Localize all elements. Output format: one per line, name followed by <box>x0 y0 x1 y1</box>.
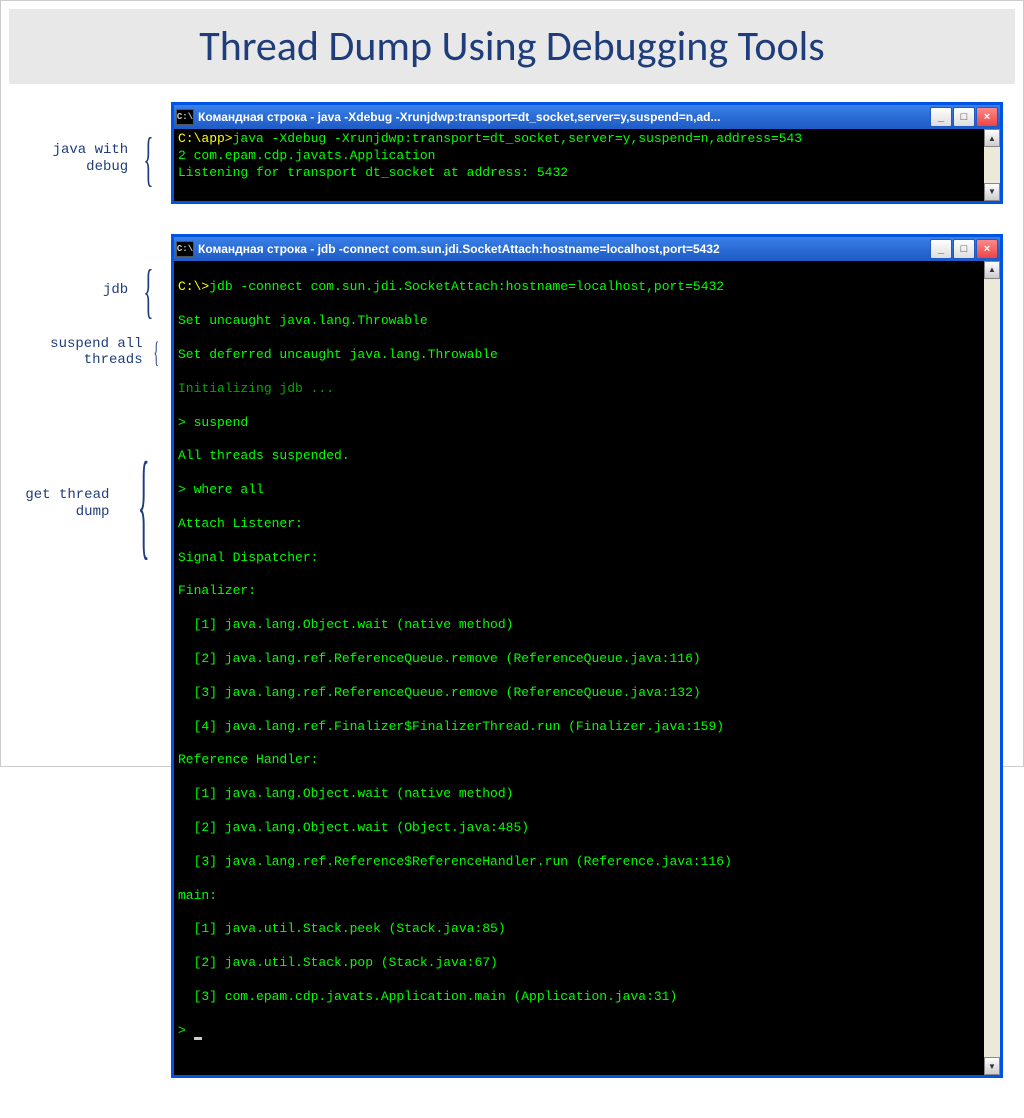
cmd-line: 2 com.epam.cdp.javats.Application <box>178 148 435 163</box>
window-controls: _ □ × <box>930 107 998 127</box>
prompt: C:\> <box>178 279 209 294</box>
cmd-line: [2] java.lang.ref.ReferenceQueue.remove … <box>178 651 980 668</box>
cmd-line: Attach Listener: <box>178 516 980 533</box>
cmd-line: All threads suspended. <box>178 448 980 465</box>
bracket-icon: { <box>144 276 154 306</box>
cmd-line: java -Xdebug -Xrunjdwp:transport=dt_sock… <box>233 131 803 146</box>
label-dump: get thread dump <box>25 487 109 521</box>
cmd-titlebar-1[interactable]: C:\ Командная строка - java -Xdebug -Xru… <box>174 105 1000 129</box>
cmd-content-1[interactable]: C:\app>java -Xdebug -Xrunjdwp:transport=… <box>174 129 984 201</box>
cmd-line: [2] java.lang.Object.wait (Object.java:4… <box>178 820 980 837</box>
minimize-button[interactable]: _ <box>930 107 952 127</box>
cmd-window-title: Командная строка - java -Xdebug -Xrunjdw… <box>198 110 930 124</box>
content: java with debug { C:\ Командная строка -… <box>1 92 1023 1118</box>
cmd-line: [1] java.util.Stack.peek (Stack.java:85) <box>178 921 980 938</box>
scrollbar[interactable]: ▲ ▼ <box>984 261 1000 1076</box>
cmd-line: [3] java.lang.ref.ReferenceQueue.remove … <box>178 685 980 702</box>
cmd-line: [2] java.util.Stack.pop (Stack.java:67) <box>178 955 980 972</box>
label-java-debug: java with debug <box>53 142 129 176</box>
cmd-line: Set uncaught java.lang.Throwable <box>178 313 980 330</box>
minimize-button[interactable]: _ <box>930 239 952 259</box>
window-controls: _ □ × <box>930 239 998 259</box>
cmd-body-2: C:\>jdb -connect com.sun.jdi.SocketAttac… <box>174 261 1000 1076</box>
cmd-line: > where all <box>178 482 980 499</box>
scrollbar[interactable]: ▲ ▼ <box>984 129 1000 201</box>
cmd-line: Signal Dispatcher: <box>178 550 980 567</box>
label-jdb: jdb <box>103 282 128 299</box>
cmd-line: > <box>178 1023 194 1038</box>
cmd-line: [1] java.lang.Object.wait (native method… <box>178 617 980 634</box>
bracket-icon: { <box>144 144 154 174</box>
cmd-line: > suspend <box>178 415 980 432</box>
cmd-line: Listening for transport dt_socket at add… <box>178 165 568 180</box>
maximize-button[interactable]: □ <box>953 107 975 127</box>
slide: Thread Dump Using Debugging Tools java w… <box>0 0 1024 767</box>
cmd-body-1: C:\app>java -Xdebug -Xrunjdwp:transport=… <box>174 129 1000 201</box>
cmd-window-title: Командная строка - jdb -connect com.sun.… <box>198 242 930 256</box>
maximize-button[interactable]: □ <box>953 239 975 259</box>
cursor-icon <box>194 1037 202 1040</box>
cmd-line: [3] com.epam.cdp.javats.Application.main… <box>178 989 980 1006</box>
bracket-icon: { <box>153 345 159 360</box>
cmd-line: [3] java.lang.ref.Reference$ReferenceHan… <box>178 854 980 871</box>
section-java-debug: java with debug { C:\ Командная строка -… <box>21 102 1003 204</box>
scroll-down-button[interactable]: ▼ <box>984 183 1000 201</box>
scroll-down-button[interactable]: ▼ <box>984 1057 1000 1075</box>
cmd-icon: C:\ <box>176 109 194 125</box>
cmd-line: jdb -connect com.sun.jdi.SocketAttach:ho… <box>209 279 724 294</box>
cmd-window-2: C:\ Командная строка - jdb -connect com.… <box>171 234 1003 1079</box>
section-jdb: jdb { suspend all threads { get thread d… <box>21 234 1003 1079</box>
slide-title: Thread Dump Using Debugging Tools <box>9 21 1015 72</box>
cmd-window-1: C:\ Командная строка - java -Xdebug -Xru… <box>171 102 1003 204</box>
title-bar: Thread Dump Using Debugging Tools <box>9 9 1015 84</box>
scroll-track[interactable] <box>984 147 1000 183</box>
cmd-line: Initializing jdb ... <box>178 381 980 398</box>
cmd-line: [4] java.lang.ref.Finalizer$FinalizerThr… <box>178 719 980 736</box>
bracket-icon: { <box>138 474 150 534</box>
close-button[interactable]: × <box>976 107 998 127</box>
scroll-track[interactable] <box>984 279 1000 1058</box>
cmd-icon: C:\ <box>176 241 194 257</box>
cmd-line: Finalizer: <box>178 583 980 600</box>
cmd-titlebar-2[interactable]: C:\ Командная строка - jdb -connect com.… <box>174 237 1000 261</box>
scroll-up-button[interactable]: ▲ <box>984 129 1000 147</box>
label-suspend: suspend all threads <box>50 336 142 370</box>
scroll-up-button[interactable]: ▲ <box>984 261 1000 279</box>
prompt: C:\app> <box>178 131 233 146</box>
cmd-line: main: <box>178 888 980 905</box>
cmd-content-2[interactable]: C:\>jdb -connect com.sun.jdi.SocketAttac… <box>174 261 984 1076</box>
close-button[interactable]: × <box>976 239 998 259</box>
cmd-line: Set deferred uncaught java.lang.Throwabl… <box>178 347 980 364</box>
cmd-line: [1] java.lang.Object.wait (native method… <box>178 786 980 803</box>
labels-col-2: jdb { suspend all threads { get thread d… <box>21 234 171 654</box>
